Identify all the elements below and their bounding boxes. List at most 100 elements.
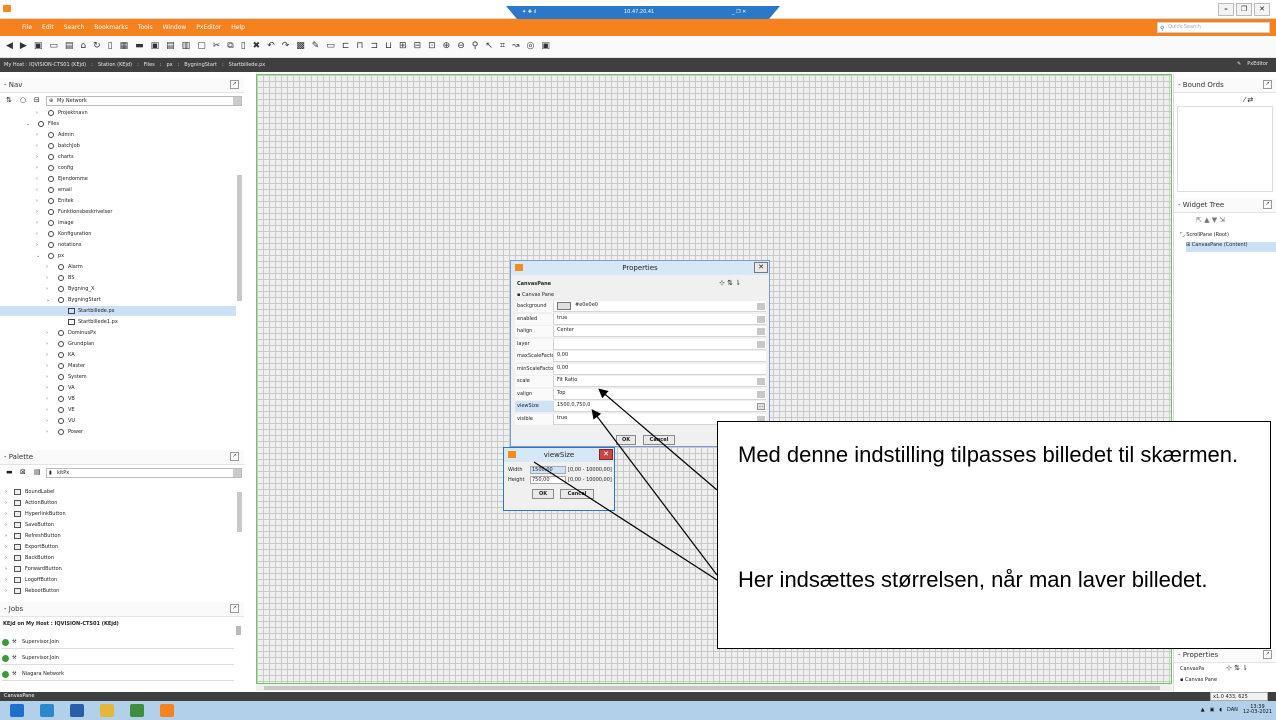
palette-item[interactable]: › BackButton [0,553,236,563]
crumb-startbillede[interactable]: Startbillede.px [229,62,266,68]
property-row[interactable]: background #e0e0e0 [515,301,766,312]
palette-item[interactable]: › ForwardButton [0,564,236,574]
nav-tree-item[interactable]: › Alarm [0,262,236,272]
property-row[interactable]: halign Center [515,326,766,337]
menu-edit[interactable]: Edit [42,24,54,31]
chevron-right-icon[interactable]: › [5,498,7,508]
property-row[interactable]: layer [515,338,766,350]
maximize-icon[interactable]: ↗ [1263,80,1272,89]
maximize-icon[interactable]: ↗ [1263,650,1272,659]
keyboard-language[interactable]: DAN [1227,707,1238,713]
palette-item[interactable]: › HyperlinkButton [0,509,236,519]
palette-item[interactable]: › BoundLabel [0,487,236,497]
property-value[interactable]: 0,00 [557,364,568,373]
cancel-button[interactable]: Cancel [643,435,675,445]
job-row[interactable]: ⚒ Supervisor.Join [2,636,234,649]
align-right-icon[interactable]: ⊐ [370,41,378,51]
chevron-right-icon[interactable]: › [46,405,48,415]
nav-tree-item[interactable]: › Ejendomme [0,174,236,184]
windows-start-icon[interactable] [10,704,24,717]
nav-tree-item[interactable]: › Funktionsbeskrivelser [0,207,236,217]
nav-tree-item[interactable]: › email [0,185,236,195]
document-icon[interactable]: ▯ [108,41,113,51]
bookmark-icon[interactable]: ▬ [135,41,144,51]
crumb-bygningstart[interactable]: BygningStart [184,62,217,68]
tray-arrow-icon[interactable]: ▲ [1201,707,1205,713]
menu-help[interactable]: Help [231,24,245,31]
nav-tree-item[interactable]: › BS [0,273,236,283]
height-input[interactable]: 750,00 [530,476,566,484]
forward-icon[interactable]: ▶ [20,41,27,51]
console-icon[interactable]: ▭ [49,41,58,51]
nav-tree-item[interactable]: › Enitek [0,196,236,206]
edit-ord-icon[interactable]: ⁄ ⇄ [1244,96,1253,104]
property-row[interactable]: maxScaleFactor 0,00 [515,351,766,362]
home-icon[interactable]: ⌂ [80,41,86,51]
chevron-right-icon[interactable]: › [36,240,38,250]
edit-mode-icon[interactable]: ✎ [312,41,320,51]
palette-item[interactable]: › SaveButton [0,520,236,530]
zoom-icon[interactable]: ⚲ [472,41,479,51]
remote-window-controls[interactable]: _ ❐ ✕ [732,9,746,15]
chevron-right-icon[interactable]: › [46,383,48,393]
align-top-icon[interactable]: ⊔ [385,41,392,51]
palette-item[interactable]: › LogoffButton [0,575,236,585]
pin-icon[interactable]: ✦ ✚ ıl [522,9,536,15]
nav-tree-item[interactable]: Startbillede.px [0,306,236,316]
network-selector[interactable]: ⊕ My Network [46,96,242,106]
nav-tree-item[interactable]: › VB [0,394,236,404]
cancel-button[interactable]: Cancel [560,489,594,499]
palette-item[interactable]: › RefreshButton [0,531,236,541]
file-explorer-icon[interactable] [100,704,114,717]
widget-scrollpane[interactable]: ⌜⌟ ScrollPane (Root) [1180,232,1229,242]
chevron-right-icon[interactable]: › [46,427,48,437]
scrollbar-thumb[interactable] [264,686,1160,690]
palette-scrollbar[interactable] [237,492,242,532]
copy-icon[interactable]: ⧉ [227,41,233,51]
redo-icon[interactable]: ↷ [282,41,290,51]
chevron-down-icon[interactable] [757,315,765,323]
maximize-icon[interactable]: ↗ [230,604,239,613]
nav-tree-item[interactable]: › Admin [0,130,236,140]
nav-tree-item[interactable]: › VE [0,405,236,415]
side-bar-icon[interactable]: ▣ [34,41,43,51]
menu-bookmarks[interactable]: Bookmarks [94,24,128,31]
property-row[interactable]: viewSize 1500,0,750,0... [515,401,766,412]
nav-tree-item[interactable]: › DominusPx [0,328,236,338]
property-row[interactable]: valign Top [515,388,766,400]
crumb-files[interactable]: Files [144,62,155,68]
remote-connection-bar[interactable]: ✦ ✚ ıl 10.47.20.41 _ ❐ ✕ [506,6,780,19]
chevron-right-icon[interactable]: › [5,520,7,530]
chevron-right-icon[interactable]: › [46,361,48,371]
network-tray-icon[interactable]: ▣ [1210,707,1215,713]
grid-icon[interactable]: ⌗ [500,41,505,51]
chevron-right-icon[interactable]: › [46,394,48,404]
crumb-host[interactable]: My Host : IQVISION-CTS01 (KEjd) [4,62,86,68]
property-value[interactable]: #e0e0e0 [575,301,598,310]
chevron-right-icon[interactable]: › [5,564,7,574]
chevron-right-icon[interactable]: › [5,509,7,519]
zoom-out-icon[interactable]: ⊖ [457,41,465,51]
nav-tree-item[interactable]: › Grundplan [0,339,236,349]
server-manager-icon[interactable] [40,704,54,717]
widget-tree-toolbar[interactable]: ⇱ ▲ ▼ ⇲ [1196,216,1225,224]
chevron-right-icon[interactable]: › [46,339,48,349]
palette-selector[interactable]: ▮ kitPx [46,468,242,478]
maximize-icon[interactable]: ↗ [1263,200,1272,209]
property-value[interactable]: true [557,414,567,423]
chevron-right-icon[interactable]: › [36,196,38,206]
layout-icon[interactable]: ⊡ [428,41,436,51]
undo-icon[interactable]: ↶ [267,41,275,51]
clock[interactable]: 13:39 12-03-2021 [1243,705,1272,715]
chevron-right-icon[interactable]: › [5,531,7,541]
save-all-icon[interactable]: ▤ [166,41,175,51]
distribute-icon[interactable]: ⊞ [399,41,407,51]
chevron-down-icon[interactable] [757,378,765,385]
align-left-icon[interactable]: ⊏ [342,41,350,51]
chevron-right-icon[interactable]: › [5,586,7,596]
chevron-right-icon[interactable]: › [36,229,38,239]
open-palette-icon[interactable]: ▤ [34,468,41,476]
palette-item[interactable]: › RebootButton [0,586,236,596]
jobs-scrollbar[interactable] [236,626,241,635]
chevron-right-icon[interactable]: › [5,553,7,563]
